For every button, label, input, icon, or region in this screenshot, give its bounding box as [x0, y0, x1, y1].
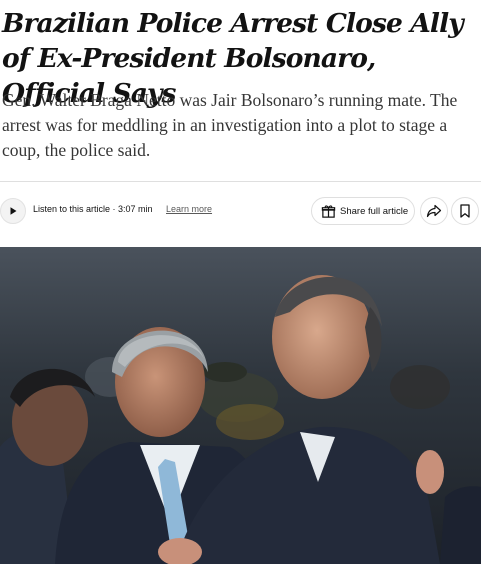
play-audio-button[interactable] — [0, 198, 26, 224]
article-toolbar: Listen to this article · 3:07 min Learn … — [0, 196, 481, 228]
bookmark-icon — [460, 204, 470, 218]
gift-icon — [321, 204, 336, 218]
save-button[interactable] — [451, 197, 479, 225]
share-full-article-label: Share full article — [340, 205, 409, 217]
divider — [0, 181, 481, 182]
listen-label: Listen to this article · 3:07 min — [33, 204, 153, 214]
share-button[interactable] — [420, 197, 448, 225]
article-summary: Gen. Walter Braga Netto was Jair Bolsona… — [2, 90, 458, 160]
article-photo — [0, 247, 481, 564]
learn-more-link[interactable]: Learn more — [166, 204, 212, 214]
news-photo — [0, 247, 481, 564]
share-full-article-button[interactable]: Share full article — [311, 197, 415, 225]
share-arrow-icon — [426, 204, 442, 218]
play-icon — [10, 207, 17, 215]
